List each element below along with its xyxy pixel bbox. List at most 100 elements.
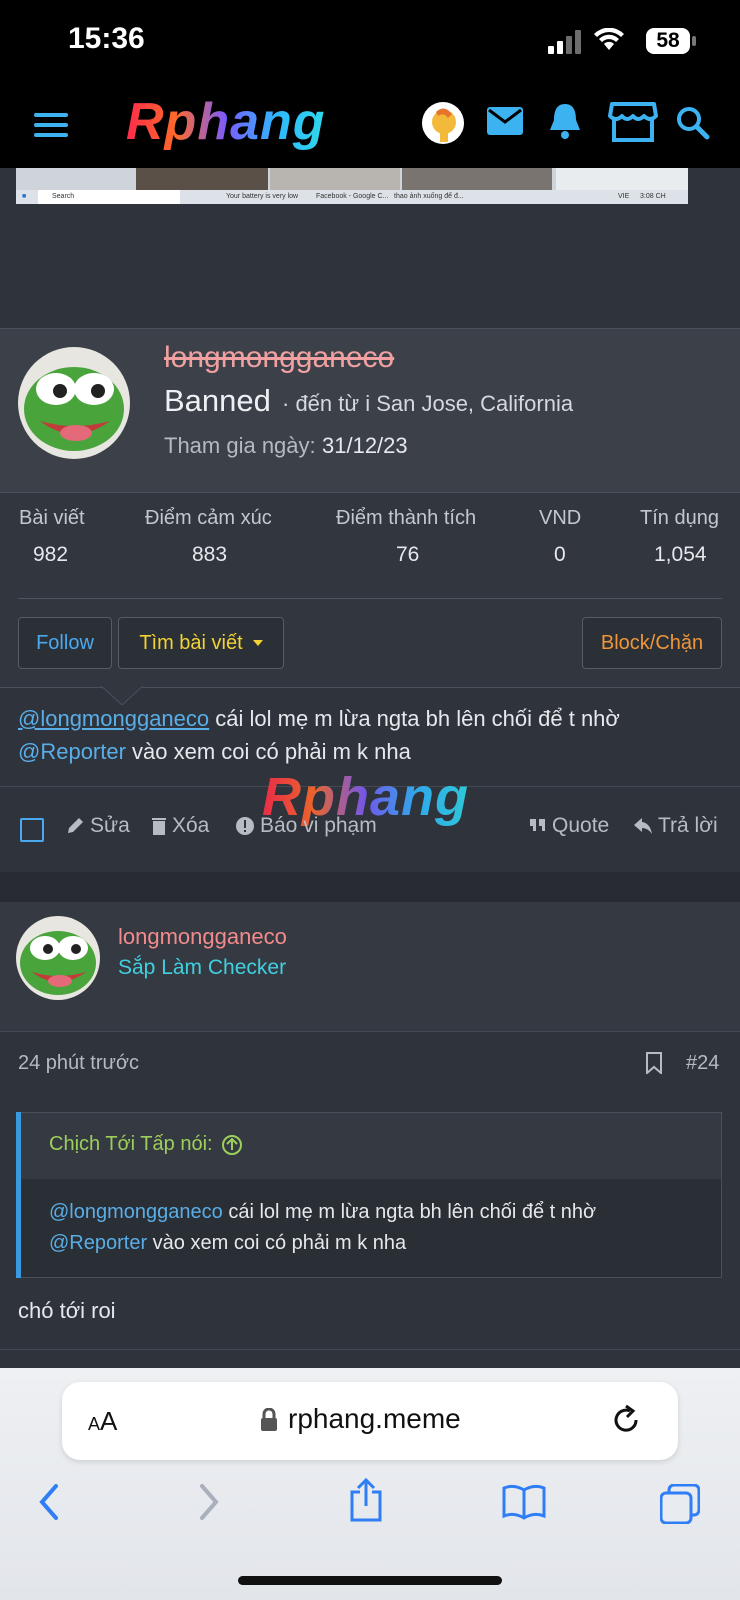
battery-tip — [692, 36, 696, 46]
mention-link[interactable]: @longmongganeco — [49, 1201, 223, 1223]
battery-icon: 58 — [646, 28, 690, 54]
stat-label-trophies: Điểm thành tích — [336, 507, 477, 529]
avatar-image — [432, 108, 456, 142]
post-separator — [0, 872, 740, 902]
post-2-avatar[interactable] — [16, 916, 100, 1000]
post-1-actions: Sửa Xóa Báo vi phạm Quote Trả lời — [18, 814, 728, 848]
bell-icon[interactable] — [548, 102, 582, 140]
quote-label: Quote — [552, 814, 610, 837]
taskbar: ■ Search Your battery is very low Facebo… — [16, 190, 688, 204]
mention-link[interactable]: @Reporter — [18, 739, 126, 764]
reload-icon[interactable] — [610, 1404, 642, 1436]
quote-block: Chịch Tới Tấp nói: @longmongganeco cái l… — [16, 1112, 722, 1278]
user-avatar[interactable] — [422, 102, 464, 144]
text-size-large: A — [100, 1406, 118, 1436]
search-icon[interactable] — [676, 106, 710, 140]
follow-button[interactable]: Follow — [18, 617, 112, 669]
find-posts-label: Tìm bài viết — [139, 631, 243, 654]
stat-value-trophies[interactable]: 76 — [396, 543, 419, 567]
edit-action[interactable]: Sửa — [66, 814, 130, 838]
store-icon[interactable] — [608, 100, 658, 144]
embedded-screenshot: ■ Search Your battery is very low Facebo… — [16, 168, 688, 204]
post-2-username[interactable]: longmongganeco — [118, 924, 287, 950]
share-icon[interactable] — [348, 1478, 384, 1522]
site-logo[interactable]: Rphang — [126, 92, 326, 152]
thumb-1 — [136, 168, 268, 190]
report-label: Báo vi phạm — [260, 814, 377, 837]
pepe-avatar-icon — [24, 367, 124, 451]
reply-action[interactable]: Trả lời — [634, 814, 718, 838]
status-bar: 15:36 58 — [0, 0, 740, 84]
select-checkbox[interactable] — [20, 818, 44, 842]
lock-icon — [261, 1408, 277, 1431]
wifi-icon — [594, 28, 624, 50]
menu-icon[interactable] — [34, 112, 68, 138]
find-posts-button[interactable]: Tìm bài viết — [118, 617, 284, 669]
post-1-body: @longmongganeco cái lol mẹ m lừa ngta bh… — [18, 702, 728, 768]
post-2-user-title: Sắp Làm Checker — [118, 956, 287, 979]
status-time: 15:36 — [68, 22, 145, 55]
post-2-divider — [0, 1349, 740, 1350]
profile-location: · đến từ i San Jose, California — [282, 391, 574, 416]
stat-label-vnd: VND — [539, 507, 582, 529]
taskbar-tab-3: thao ảnh xuống để đ... — [394, 193, 464, 200]
thumb-2 — [270, 168, 400, 190]
mention-link[interactable]: @longmongganeco — [18, 706, 209, 731]
arrow-up-circle-icon — [221, 1134, 242, 1155]
taskbar-time: 3:08 CH — [640, 193, 666, 200]
stat-value-posts[interactable]: 982 — [33, 543, 68, 567]
bookmarks-icon[interactable] — [502, 1484, 546, 1520]
signal-icon — [548, 30, 581, 54]
mail-icon[interactable] — [486, 106, 524, 136]
profile-avatar[interactable] — [18, 347, 130, 459]
follow-button-label: Follow — [36, 631, 94, 654]
forward-icon[interactable] — [198, 1484, 220, 1520]
post-2-time[interactable]: 24 phút trước — [18, 1052, 139, 1075]
joined-label: Tham gia ngày: — [164, 433, 316, 458]
delete-action[interactable]: Xóa — [152, 814, 209, 838]
pepe-avatar-icon — [20, 931, 96, 995]
quote-action[interactable]: Quote — [530, 814, 609, 838]
mention-link[interactable]: @Reporter — [49, 1232, 147, 1254]
windows-icon: ■ — [22, 193, 27, 200]
profile-status: Banned — [164, 383, 271, 418]
home-indicator — [238, 1576, 502, 1585]
tabs-icon[interactable] — [660, 1484, 700, 1524]
edit-label: Sửa — [90, 814, 130, 837]
report-action[interactable]: Báo vi phạm — [236, 814, 377, 838]
block-button-label: Block/Chặn — [600, 631, 704, 654]
stat-value-credits: 1,054 — [654, 543, 707, 566]
profile-username[interactable]: longmongganeco — [164, 341, 394, 375]
thumb-4 — [556, 168, 688, 190]
caret-down-icon — [252, 640, 263, 646]
alert-icon — [236, 817, 254, 835]
stat-label-reactions: Điểm cảm xúc — [145, 507, 272, 529]
stats-divider — [18, 598, 722, 599]
profile-stats: Bài viết 982 Điểm cảm xúc 883 Điểm thành… — [0, 492, 740, 687]
taskbar-tab-1: Your battery is very low — [226, 193, 299, 200]
quote-text-1: cái lol mẹ m lừa ngta bh lên chối để t n… — [222, 1201, 597, 1223]
joined-date: 31/12/23 — [322, 433, 408, 458]
quote-author[interactable]: Chịch Tới Tấp nói: — [49, 1133, 243, 1156]
post-2-header-divider — [0, 1031, 740, 1032]
trash-icon — [152, 818, 166, 835]
post-1-text-1: cái lol mẹ m lừa ngta bh lên chối để t n… — [209, 706, 620, 731]
quote-body: @longmongganeco cái lol mẹ m lừa ngta bh… — [49, 1197, 709, 1259]
site-header: Rphang — [0, 84, 740, 168]
address-bar[interactable]: AA rphang.meme — [62, 1382, 678, 1460]
bookmark-icon[interactable] — [646, 1052, 662, 1074]
back-icon[interactable] — [38, 1484, 60, 1520]
quote-author-label: Chịch Tới Tấp nói: — [49, 1133, 213, 1155]
stat-value-vnd: 0 — [554, 543, 566, 566]
post-2-body: chó tới roi — [18, 1298, 116, 1323]
post-1-text-2: vào xem coi có phải m k nha — [125, 739, 411, 764]
post-2-number[interactable]: #24 — [686, 1052, 719, 1075]
stat-value-reactions[interactable]: 883 — [192, 543, 227, 567]
delete-label: Xóa — [172, 814, 210, 837]
stat-label-credits: Tín dụng — [640, 507, 719, 529]
block-button[interactable]: Block/Chặn — [582, 617, 722, 669]
reply-label: Trả lời — [658, 814, 718, 837]
url-text[interactable]: rphang.meme — [288, 1403, 461, 1435]
text-size-button[interactable]: AA — [88, 1406, 117, 1437]
text-size-small: A — [88, 1414, 101, 1434]
